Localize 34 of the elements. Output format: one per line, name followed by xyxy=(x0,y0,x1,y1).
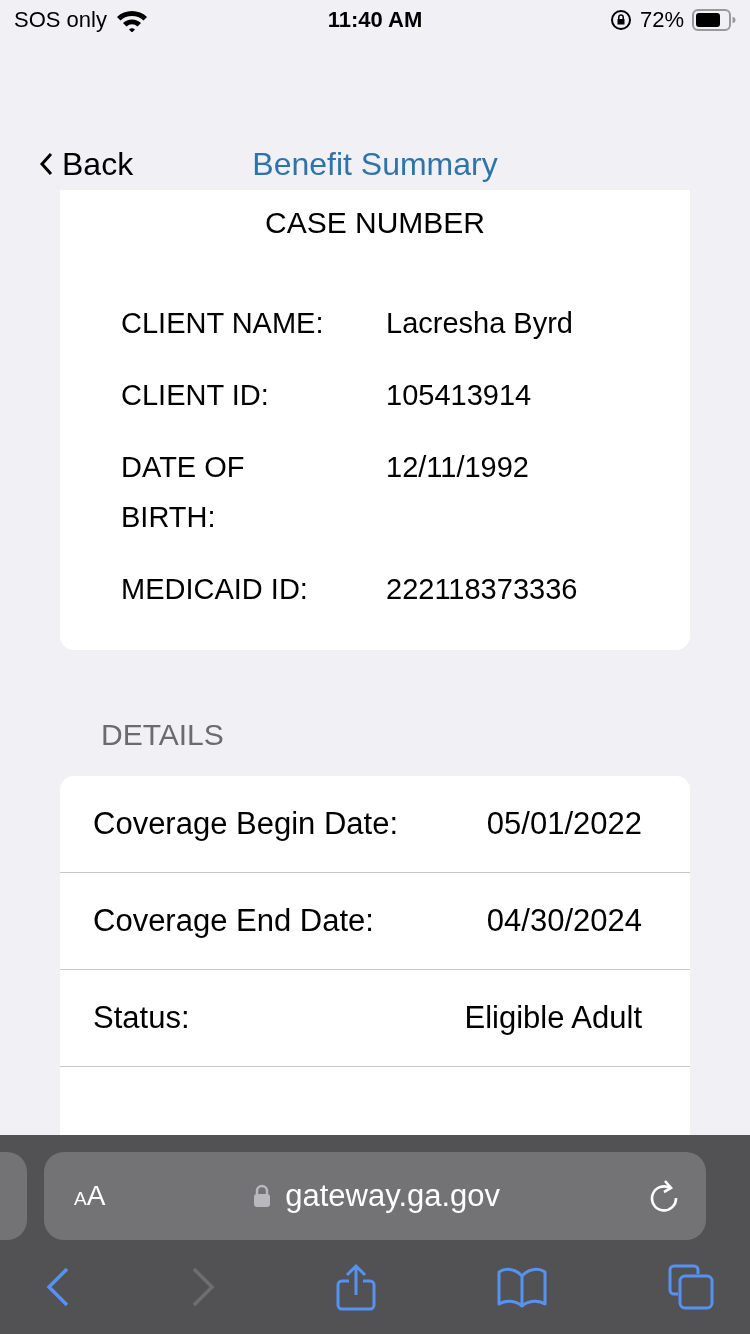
field-value: 105413914 xyxy=(386,378,533,413)
field-value: Lacresha Byrd xyxy=(386,306,574,341)
book-icon[interactable] xyxy=(497,1266,547,1308)
back-icon[interactable] xyxy=(46,1267,70,1307)
field-value: 12/11/1992 xyxy=(386,450,530,485)
detail-label: Coverage Begin Date: xyxy=(93,806,399,842)
detail-label: Coverage End Date: xyxy=(93,903,374,939)
battery-icon xyxy=(692,8,736,32)
field-label: DATE OF BIRTH: xyxy=(121,450,246,535)
field-value: 222118373336 xyxy=(386,572,579,607)
lock-icon xyxy=(253,1184,272,1208)
clock-time: 11:40 AM xyxy=(327,7,423,33)
text-size-button[interactable]: AA xyxy=(74,1180,106,1212)
field-label: CLIENT ID: xyxy=(121,378,270,413)
detail-label: Status: xyxy=(93,1000,190,1036)
battery-percent: 72% xyxy=(639,7,684,33)
previous-tab-preview[interactable] xyxy=(0,1152,27,1240)
carrier-label: SOS only xyxy=(14,7,107,33)
section-heading: DETAILS xyxy=(101,718,225,752)
back-button[interactable]: Back xyxy=(38,144,134,184)
detail-value: 05/01/2022 xyxy=(486,806,642,842)
chevron-icon xyxy=(38,151,54,177)
reload-icon[interactable] xyxy=(648,1178,680,1214)
field-label: CLIENT NAME: xyxy=(121,306,325,341)
address-bar[interactable]: AA gateway.ga.gov xyxy=(44,1152,706,1240)
detail-value: Eligible Adult xyxy=(464,1000,642,1036)
orientation-lock-icon xyxy=(609,9,632,31)
detail-value: 04/30/2024 xyxy=(486,903,642,939)
case-number-heading: CASE NUMBER xyxy=(263,206,486,240)
page-title: Benefit Summary xyxy=(252,145,498,184)
tabs-icon[interactable] xyxy=(668,1264,714,1310)
field-label: MEDICAID ID: xyxy=(121,572,309,607)
share-icon[interactable] xyxy=(336,1263,376,1311)
url-text: gateway.ga.gov xyxy=(285,1178,501,1214)
